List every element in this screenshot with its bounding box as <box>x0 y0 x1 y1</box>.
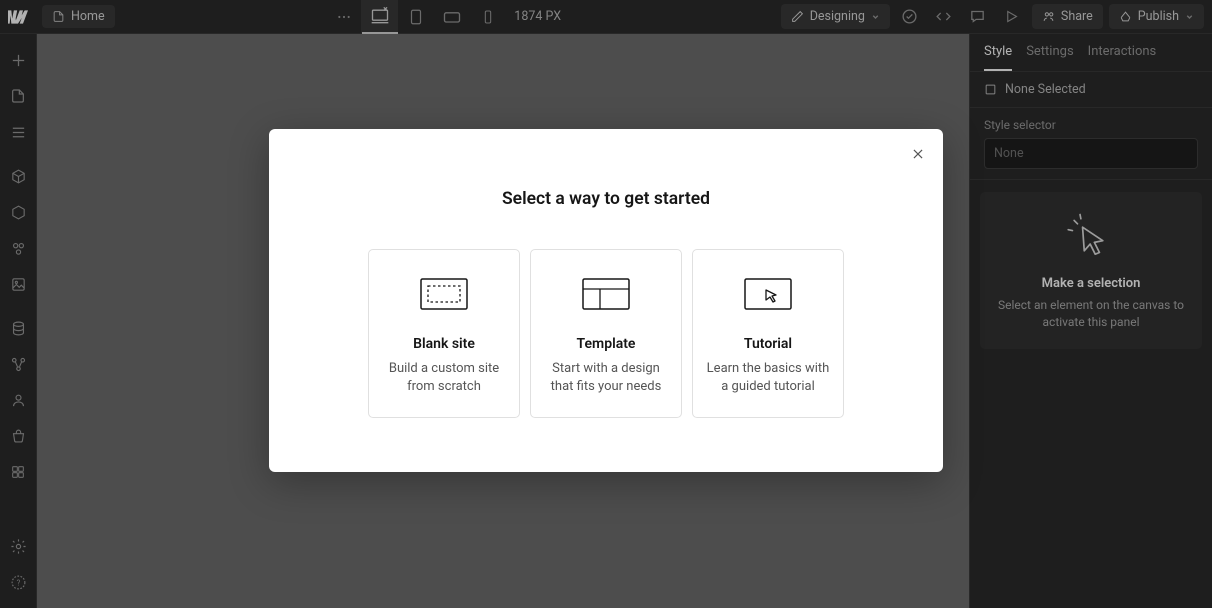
blank-site-icon <box>381 276 507 312</box>
option-desc: Start with a design that fits your needs <box>543 360 669 395</box>
option-desc: Build a custom site from scratch <box>381 360 507 395</box>
option-desc: Learn the basics with a guided tutorial <box>705 360 831 395</box>
option-blank-site[interactable]: Blank site Build a custom site from scra… <box>368 249 520 418</box>
modal-title: Select a way to get started <box>313 189 899 209</box>
option-template[interactable]: Template Start with a design that fits y… <box>530 249 682 418</box>
option-title: Tutorial <box>705 336 831 352</box>
option-title: Blank site <box>381 336 507 352</box>
option-tutorial[interactable]: Tutorial Learn the basics with a guided … <box>692 249 844 418</box>
option-title: Template <box>543 336 669 352</box>
option-cards-row: Blank site Build a custom site from scra… <box>313 249 899 418</box>
get-started-modal: Select a way to get started Blank site B… <box>269 129 943 472</box>
template-icon <box>543 276 669 312</box>
close-icon[interactable] <box>907 143 929 165</box>
tutorial-icon <box>705 276 831 312</box>
modal-overlay: Select a way to get started Blank site B… <box>0 0 1212 608</box>
